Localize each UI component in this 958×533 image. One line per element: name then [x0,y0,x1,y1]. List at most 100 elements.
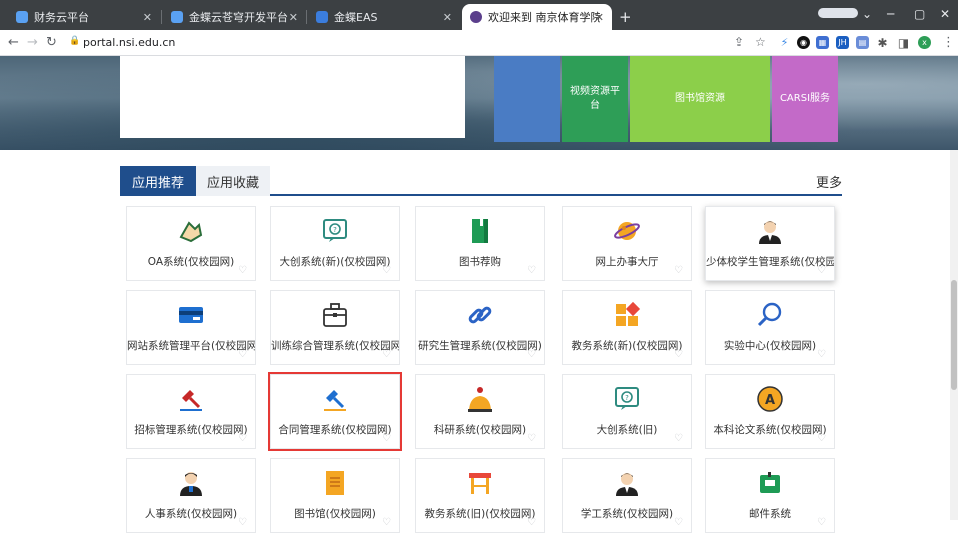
extension-grid-icon[interactable]: ▦ [816,36,829,49]
tab-favicon-icon [171,11,183,23]
app-card[interactable]: 人事系统(仅校园网) ♡ [126,458,256,533]
app-card[interactable]: 研究生管理系统(仅校园网) ♡ [415,290,545,365]
heart-icon[interactable]: ♡ [817,349,826,360]
tab-favorites[interactable]: 应用收藏 [196,166,270,196]
heart-icon[interactable]: ♡ [238,433,247,444]
close-icon[interactable]: ✕ [143,11,152,24]
heart-icon[interactable]: ♡ [238,349,247,360]
letter-a-icon: A [756,385,784,413]
heart-icon[interactable]: ♡ [527,349,536,360]
banner-tile-library[interactable]: 图书馆资源 [630,56,770,142]
app-card[interactable]: ? 大创系统(旧) ♡ [562,374,692,449]
browser-tab-kingdee-cloud[interactable]: 金蝶云苍穹开发平台 ✕ [163,4,306,30]
extension-bird-icon[interactable]: ⚡ [778,36,791,49]
heart-icon[interactable]: ♡ [674,265,683,276]
extensions-puzzle-icon[interactable]: ✱ [876,36,889,50]
heart-icon[interactable]: ♡ [527,265,536,276]
app-card[interactable]: OA系统(仅校园网) ♡ [126,206,256,281]
minimize-button[interactable]: ─ [887,7,894,21]
close-icon[interactable]: ✕ [289,11,298,24]
gavel-red-icon [177,385,205,413]
tab-search-pill[interactable] [818,8,858,18]
briefcase-icon [321,301,349,329]
app-card[interactable]: 少体校学生管理系统(仅校园 ♡ [705,206,835,281]
heart-icon[interactable]: ♡ [238,517,247,528]
app-card[interactable]: 训练综合管理系统(仅校园网 ♡ [270,290,400,365]
app-card[interactable]: 图书荐购 ♡ [415,206,545,281]
reload-icon[interactable]: ↻ [46,35,57,50]
maximize-button[interactable]: ▢ [914,7,925,21]
extension-doc-icon[interactable]: ▤ [856,36,869,49]
banner-tile-video[interactable]: 视频资源平台 [562,56,628,142]
bell-icon [466,385,494,413]
address-bar: ← → ↻ 🔒 portal.nsi.edu.cn ⇪ ☆ ⚡ ◉ ▦ JH ▤… [0,30,958,56]
page-scrollbar[interactable] [950,150,958,520]
menu-kebab-icon[interactable]: ⋮ [942,35,955,50]
app-card[interactable]: 实验中心(仅校园网) ♡ [705,290,835,365]
app-card[interactable]: 招标管理系统(仅校园网) ♡ [126,374,256,449]
close-icon[interactable]: ✕ [443,11,452,24]
browser-tab-kingdee-eas[interactable]: 金蝶EAS ✕ [308,4,460,30]
heart-icon[interactable]: ♡ [382,433,391,444]
book-icon [466,217,494,245]
heart-icon[interactable]: ♡ [817,517,826,528]
app-card[interactable]: ? 大创系统(新)(仅校园网) ♡ [270,206,400,281]
app-card[interactable]: 教务系统(旧)(仅校园网) ♡ [415,458,545,533]
app-label: 学工系统(仅校园网) [580,508,674,520]
chevron-down-icon[interactable]: ⌄ [862,7,872,21]
heart-icon[interactable]: ♡ [817,265,826,276]
app-card[interactable]: 图书馆(仅校园网) ♡ [270,458,400,533]
url-field[interactable]: portal.nsi.edu.cn [83,36,175,49]
profile-avatar[interactable]: x [918,36,931,49]
back-icon[interactable]: ← [8,35,19,50]
tile-label: 视频资源平台 [570,86,620,111]
tab-title: 欢迎来到 南京体育学院 | 融合门户 [488,11,600,24]
app-card[interactable]: 学工系统(仅校园网) ♡ [562,458,692,533]
browser-tab-finance[interactable]: 财务云平台 ✕ [8,4,160,30]
heart-icon[interactable]: ♡ [817,433,826,444]
tab-favicon-icon [316,11,328,23]
heart-icon[interactable]: ♡ [382,349,391,360]
heart-icon[interactable]: ♡ [382,265,391,276]
heart-icon[interactable]: ♡ [674,517,683,528]
forward-icon[interactable]: → [27,35,38,50]
app-card[interactable]: 教务系统(新)(仅校园网) ♡ [562,290,692,365]
star-icon[interactable]: ☆ [755,35,766,49]
student-icon [756,217,784,245]
banner-tile-blue[interactable] [494,56,560,142]
app-label: 招标管理系统(仅校园网) [134,424,248,436]
app-label: 教务系统(新)(仅校园网) [571,340,683,352]
app-label: 网上办事大厅 [595,256,659,268]
planet-icon [613,217,641,245]
close-window-button[interactable]: ✕ [940,7,950,21]
app-card[interactable]: 网上办事大厅 ♡ [562,206,692,281]
app-card[interactable]: 邮件系统 ♡ [705,458,835,533]
app-card[interactable]: 网站系统管理平台(仅校园网 ♡ [126,290,256,365]
share-icon[interactable]: ⇪ [734,35,744,49]
heart-icon[interactable]: ♡ [674,433,683,444]
close-icon[interactable]: ✕ [595,11,604,24]
app-label: 实验中心(仅校园网) [723,340,817,352]
heart-icon[interactable]: ♡ [527,433,536,444]
lock-icon[interactable]: 🔒 [69,36,80,46]
heart-icon[interactable]: ♡ [674,349,683,360]
heart-icon[interactable]: ♡ [238,265,247,276]
heart-icon[interactable]: ♡ [527,517,536,528]
heart-icon[interactable]: ♡ [382,517,391,528]
tab-recommended[interactable]: 应用推荐 [120,166,196,196]
banner-tile-carsi[interactable]: CARSI服务 [772,56,838,142]
app-card[interactable]: 科研系统(仅校园网) ♡ [415,374,545,449]
magnifier-icon [756,301,784,329]
app-card[interactable]: A 本科论文系统(仅校园网) ♡ [705,374,835,449]
app-card[interactable]: 合同管理系统(仅校园网) ♡ [268,372,402,451]
browser-tab-portal[interactable]: 欢迎来到 南京体育学院 | 融合门户 ✕ [462,4,612,30]
app-label: 本科论文系统(仅校园网) [713,424,827,436]
extension-jh-icon[interactable]: JH [836,36,849,49]
app-label: 大创系统(新)(仅校园网) [279,256,391,268]
side-panel-icon[interactable]: ◨ [897,36,910,50]
scrollbar-thumb[interactable] [951,280,957,390]
new-tab-button[interactable]: + [619,8,632,26]
extension-eye-icon[interactable]: ◉ [797,36,810,49]
gavel-blue-icon [321,385,349,413]
more-link[interactable]: 更多 [816,172,842,191]
